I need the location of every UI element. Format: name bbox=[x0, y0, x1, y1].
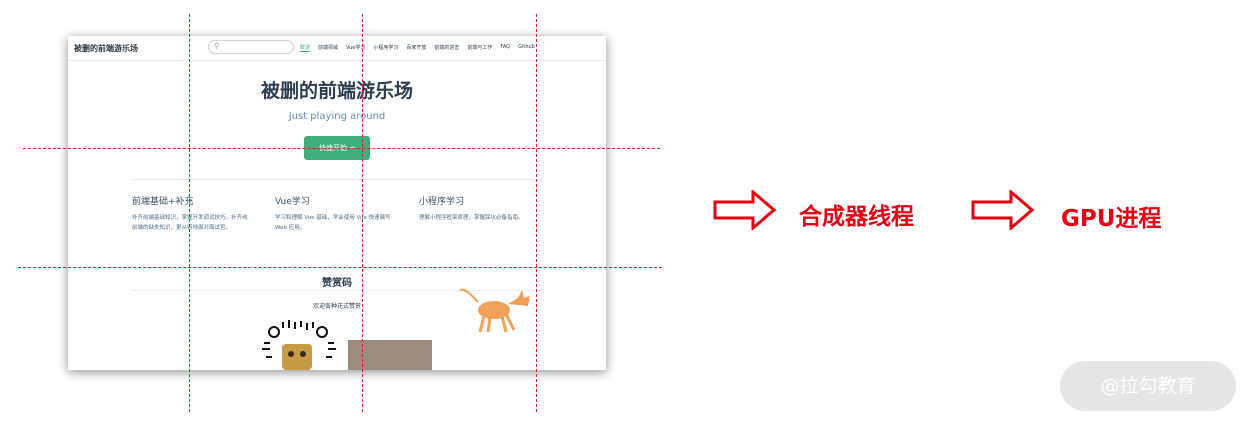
website-screenshot: 被删的前端游乐场 ⚲ 概述 前端领域 Vue学习 小程序学习 百家齐放 前端的进… bbox=[68, 36, 606, 370]
nav-link[interactable]: Github bbox=[518, 44, 535, 52]
feature-card: 小程序学习 理解小程序框架原理，掌握踩坑必备指南。 bbox=[419, 194, 539, 223]
nav-link[interactable]: 前端的进击 bbox=[434, 44, 459, 52]
search-input[interactable]: ⚲ bbox=[208, 40, 294, 54]
watermark: @拉勾教育 bbox=[1060, 361, 1236, 411]
vertical-guide-line bbox=[536, 14, 537, 412]
feature-card: 前端基础+补充 补齐前端基础知识，掌握开发调试技巧。补齐纯前端的缺失知识，更从容… bbox=[132, 194, 252, 233]
cat-illustration bbox=[459, 288, 530, 333]
qr-code-image bbox=[242, 318, 346, 370]
compositor-thread-label: 合成器线程 bbox=[799, 204, 914, 230]
hero-description: Just playing around bbox=[288, 111, 386, 122]
navbar: 被删的前端游乐场 ⚲ 概述 前端领域 Vue学习 小程序学习 百家齐放 前端的进… bbox=[68, 36, 606, 61]
vertical-guide-line bbox=[362, 14, 363, 412]
vertical-guide-line bbox=[189, 14, 190, 412]
feature-title: 前端基础+补充 bbox=[132, 197, 194, 207]
search-icon: ⚲ bbox=[214, 42, 220, 50]
nav-link[interactable]: 小程序学习 bbox=[373, 44, 398, 52]
nav-link[interactable]: 前端领域 bbox=[318, 44, 338, 52]
feature-text: 理解小程序框架原理，掌握踩坑必备指南。 bbox=[419, 215, 524, 221]
divider bbox=[132, 179, 542, 180]
nav-link[interactable]: 百家齐放 bbox=[406, 44, 426, 52]
feature-title: Vue学习 bbox=[275, 197, 310, 207]
site-name[interactable]: 被删的前端游乐场 bbox=[74, 43, 138, 54]
right-arrow-icon bbox=[713, 190, 777, 230]
gpu-process-label: GPU进程 bbox=[1061, 206, 1162, 232]
feature-card: Vue学习 学习和理解 Vue 基础，学会使用 Vue 快速编写 Web 应用。 bbox=[275, 194, 395, 233]
horizontal-guide-line bbox=[23, 148, 660, 149]
photo-image bbox=[348, 340, 432, 370]
right-arrow-icon bbox=[971, 190, 1035, 230]
nav-link[interactable]: FAQ bbox=[500, 44, 510, 52]
horizontal-guide-line bbox=[18, 267, 662, 268]
feature-text: 学习和理解 Vue 基础，学会使用 Vue 快速编写 Web 应用。 bbox=[275, 215, 391, 231]
nav-link[interactable]: 概述 bbox=[300, 44, 311, 52]
hero-title: 被删的前端游乐场 bbox=[260, 80, 413, 102]
nav-link[interactable]: 前端与工作 bbox=[467, 44, 492, 52]
nav-links: 概述 前端领域 Vue学习 小程序学习 百家齐放 前端的进击 前端与工作 FAQ… bbox=[300, 44, 535, 52]
feature-title: 小程序学习 bbox=[419, 197, 465, 207]
feature-text: 补齐前端基础知识，掌握开发调试技巧。补齐纯前端的缺失知识，更从容地面对面试官。 bbox=[132, 215, 248, 231]
